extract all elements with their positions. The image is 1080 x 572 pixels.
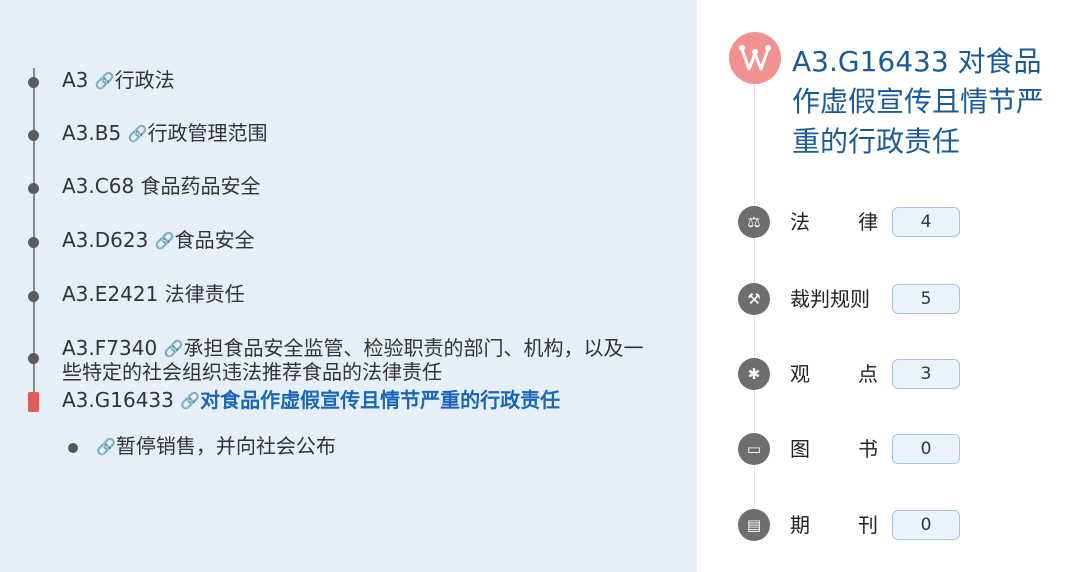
tree-item-code: A3.D623 bbox=[62, 228, 149, 252]
child-bullet bbox=[68, 443, 78, 453]
stat-count[interactable]: 5 bbox=[892, 284, 960, 314]
detail-panel: A3.G16433 对食品作虚假宣传且情节严重的行政责任 ⚖ 法律 4 ⚒ 裁判… bbox=[697, 0, 1080, 572]
tree-bullet bbox=[28, 291, 39, 302]
stat-row-books[interactable]: ▭ 图书 0 bbox=[697, 431, 1080, 467]
stat-label: 图书 bbox=[790, 437, 878, 461]
stat-count[interactable]: 0 bbox=[892, 510, 960, 540]
tree-bullet bbox=[28, 353, 39, 364]
stat-label: 期刊 bbox=[790, 513, 878, 537]
tree-item-label: 食品安全 bbox=[174, 228, 255, 252]
stat-count[interactable]: 0 bbox=[892, 434, 960, 464]
book-icon: ▭ bbox=[738, 433, 770, 465]
link-icon[interactable]: 🔗 bbox=[95, 69, 115, 93]
tree-panel: A3 🔗行政法 A3.B5 🔗行政管理范围 A3.C68 食品药品安全 A3.D… bbox=[0, 0, 697, 572]
stat-label: 法律 bbox=[790, 210, 878, 234]
tree-item-label: 食品药品安全 bbox=[140, 174, 261, 198]
tree-bullet bbox=[28, 130, 39, 141]
stat-row-journals[interactable]: ▤ 期刊 0 bbox=[697, 507, 1080, 543]
detail-title: A3.G16433 对食品作虚假宣传且情节严重的行政责任 bbox=[792, 45, 1045, 158]
stat-row-views[interactable]: ✱ 观点 3 bbox=[697, 356, 1080, 392]
tree-item-label: 行政管理范围 bbox=[147, 121, 268, 145]
bulb-icon: ✱ bbox=[738, 358, 770, 390]
tree-bullet bbox=[28, 183, 39, 194]
link-icon[interactable]: 🔗 bbox=[180, 389, 200, 413]
stat-row-law[interactable]: ⚖ 法律 4 bbox=[697, 204, 1080, 240]
tree-item-code: A3.G16433 bbox=[62, 388, 174, 412]
tree-item-label: 法律责任 bbox=[164, 282, 245, 306]
tree-item-label: 对食品作虚假宣传且情节严重的行政责任 bbox=[200, 388, 561, 412]
stat-label: 观点 bbox=[790, 362, 878, 386]
tree-item-code: A3 bbox=[62, 68, 89, 92]
gavel-icon: ⚒ bbox=[738, 283, 770, 315]
link-icon[interactable]: 🔗 bbox=[96, 435, 116, 459]
stat-label: 裁判规则 bbox=[790, 287, 870, 311]
w-logo-icon bbox=[729, 32, 781, 84]
active-marker bbox=[28, 392, 39, 412]
tree-item-code: A3.E2421 bbox=[62, 282, 159, 306]
scales-icon: ⚖ bbox=[738, 206, 770, 238]
stat-count[interactable]: 4 bbox=[892, 207, 960, 237]
tree-bullet bbox=[28, 77, 39, 88]
tree-item-label: 行政法 bbox=[114, 68, 175, 92]
link-icon[interactable]: 🔗 bbox=[164, 338, 184, 360]
journal-icon: ▤ bbox=[738, 509, 770, 541]
link-icon[interactable]: 🔗 bbox=[128, 122, 148, 146]
tree-bullet bbox=[28, 237, 39, 248]
tree-item-code: A3.B5 bbox=[62, 121, 122, 145]
tree-item-code: A3.C68 bbox=[62, 174, 135, 198]
stat-count[interactable]: 3 bbox=[892, 359, 960, 389]
link-icon[interactable]: 🔗 bbox=[155, 229, 175, 253]
tree-item-code: A3.F7340 bbox=[62, 336, 158, 360]
tree-item-label: 暂停销售，并向社会公布 bbox=[115, 434, 336, 458]
stat-row-rules[interactable]: ⚒ 裁判规则 5 bbox=[697, 281, 1080, 317]
